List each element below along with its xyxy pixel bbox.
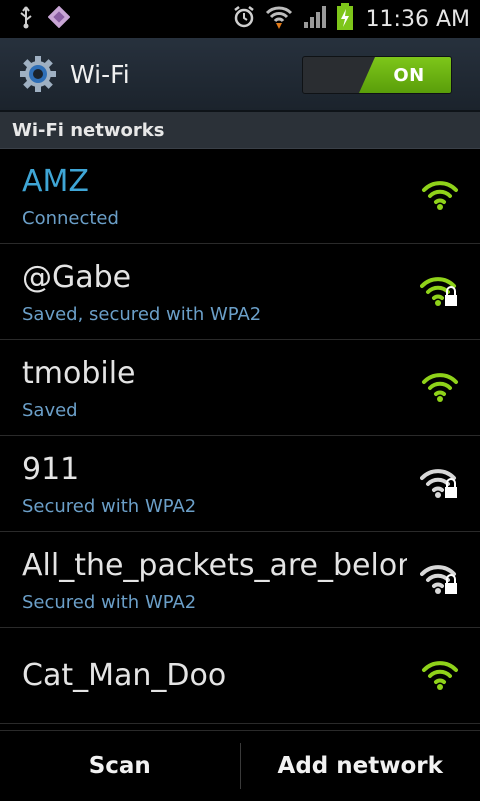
title-bar: Wi-Fi ON [0,38,480,112]
wifi-signal-icon [420,370,460,404]
wifi-signal-lock-icon [420,562,460,596]
network-row[interactable]: Cat_Man_Doo [0,628,480,724]
network-name: All_the_packets_are_belon [22,548,407,583]
wifi-activity-icon [264,4,294,34]
network-row[interactable]: All_the_packets_are_belon Secured with W… [0,532,480,628]
bottom-action-bar: Scan Add network [0,730,480,801]
network-list: AMZ Connected @Gabe Saved, secured with … [0,148,480,724]
status-bar: 11:36 AM [0,0,480,38]
toggle-on-label: ON [359,57,451,93]
app-notification-icon [48,6,70,32]
alarm-icon [232,5,256,33]
wifi-signal-icon [420,178,460,212]
page-title: Wi-Fi [70,60,130,89]
clock: 11:36 AM [366,7,470,32]
network-row[interactable]: tmobile Saved [0,340,480,436]
network-status: Secured with WPA2 [22,592,196,613]
network-name: Cat_Man_Doo [22,658,407,693]
network-row[interactable]: @Gabe Saved, secured with WPA2 [0,244,480,340]
add-network-button[interactable]: Add network [241,731,480,801]
section-header: Wi-Fi networks [0,112,480,149]
scan-button[interactable]: Scan [0,731,240,801]
wifi-signal-lock-icon [420,466,460,500]
network-name: tmobile [22,356,407,391]
network-status: Secured with WPA2 [22,496,196,517]
network-status: Saved, secured with WPA2 [22,304,261,325]
settings-gear-icon [18,54,58,94]
network-status: Connected [22,208,119,229]
wifi-signal-icon [420,658,460,692]
wifi-signal-lock-icon [420,274,460,308]
network-row[interactable]: 911 Secured with WPA2 [0,436,480,532]
wifi-toggle[interactable]: ON [302,56,452,94]
usb-icon [18,5,34,33]
network-name: 911 [22,452,407,487]
network-row[interactable]: AMZ Connected [0,148,480,244]
network-name: @Gabe [22,260,407,295]
section-header-label: Wi-Fi networks [12,120,164,141]
network-name: AMZ [22,164,407,199]
battery-charging-icon [336,3,354,35]
network-status: Saved [22,400,78,421]
cell-signal-icon [302,4,328,34]
